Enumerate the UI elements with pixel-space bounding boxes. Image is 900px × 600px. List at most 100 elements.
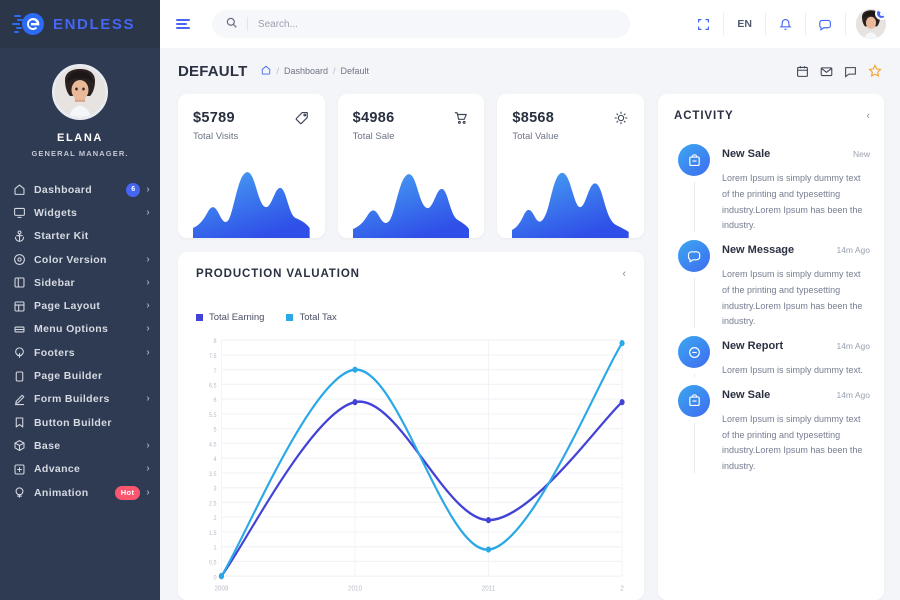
breadcrumb-home-icon[interactable] bbox=[261, 65, 271, 77]
chevron-right-icon[interactable]: › bbox=[146, 208, 150, 218]
stat-cards: $5789Total Visits $4986Total Sale $8568T… bbox=[178, 94, 644, 238]
activity-header-row: New Message 14m Ago bbox=[722, 244, 870, 256]
sidebar-item-animation[interactable]: AnimationHot› bbox=[0, 481, 160, 504]
layout-icon bbox=[12, 299, 26, 313]
bag-icon bbox=[678, 144, 710, 176]
home-icon bbox=[12, 183, 26, 197]
activity-item[interactable]: New Report 14m Ago Lorem Ipsum is simply… bbox=[674, 336, 870, 385]
sidebar-item-color-version[interactable]: Color Version› bbox=[0, 248, 160, 271]
chevron-right-icon[interactable]: › bbox=[146, 394, 150, 404]
svg-text:2: 2 bbox=[213, 515, 217, 523]
page-title: DEFAULT bbox=[178, 63, 247, 80]
sidebar-item-label: Color Version bbox=[34, 254, 146, 266]
fullscreen-icon[interactable] bbox=[684, 12, 724, 36]
star-icon[interactable] bbox=[868, 64, 882, 78]
chevron-left-icon[interactable]: ‹ bbox=[622, 268, 626, 280]
chevron-right-icon[interactable]: › bbox=[146, 441, 150, 451]
svg-text:2.5: 2.5 bbox=[209, 500, 217, 508]
breadcrumb-item-dashboard[interactable]: Dashboard bbox=[284, 66, 328, 76]
activity-time: New bbox=[853, 149, 870, 159]
chevron-right-icon[interactable]: › bbox=[146, 301, 150, 311]
sidebar: ENDLESS ELANA GENERAL MANAGER. Dashboard… bbox=[0, 0, 160, 600]
stat-card: $5789Total Visits bbox=[178, 94, 325, 238]
activity-item[interactable]: New Sale New Lorem Ipsum is simply dummy… bbox=[674, 144, 870, 240]
profile-name: ELANA bbox=[57, 132, 103, 144]
sidebar-item-sidebar[interactable]: Sidebar› bbox=[0, 271, 160, 294]
search-icon bbox=[226, 15, 237, 33]
svg-text:3.5: 3.5 bbox=[209, 471, 217, 479]
avatar[interactable] bbox=[52, 64, 108, 120]
activity-item[interactable]: New Sale 14m Ago Lorem Ipsum is simply d… bbox=[674, 385, 870, 481]
activity-title: New Sale bbox=[722, 148, 770, 160]
tag-icon bbox=[295, 111, 309, 130]
online-badge bbox=[875, 9, 886, 20]
svg-text:2: 2 bbox=[620, 585, 624, 593]
main-area: EN bbox=[160, 0, 900, 600]
sidebar-item-page-builder[interactable]: Page Builder bbox=[0, 364, 160, 387]
menu-lines-icon bbox=[12, 322, 26, 336]
activity-card-title: ACTIVITY bbox=[674, 110, 734, 122]
brand[interactable]: ENDLESS bbox=[0, 0, 160, 48]
legend-swatch bbox=[196, 314, 203, 321]
chevron-right-icon[interactable]: › bbox=[146, 324, 150, 334]
legend-label: Total Earning bbox=[209, 312, 264, 323]
chevron-right-icon[interactable]: › bbox=[146, 255, 150, 265]
chevron-right-icon[interactable]: › bbox=[146, 488, 150, 498]
anchor-icon bbox=[12, 229, 26, 243]
chevron-left-icon[interactable]: ‹ bbox=[866, 110, 870, 122]
legend-item[interactable]: Total Earning bbox=[196, 312, 264, 323]
chat-bubble-icon[interactable] bbox=[844, 65, 857, 78]
sidebar-item-form-builders[interactable]: Form Builders› bbox=[0, 388, 160, 411]
bookmark-icon bbox=[12, 416, 26, 430]
sidebar-item-button-builder[interactable]: Button Builder bbox=[0, 411, 160, 434]
sidebar-item-dashboard[interactable]: Dashboard6› bbox=[0, 178, 160, 201]
sidebar-item-label: Sidebar bbox=[34, 277, 146, 289]
footer-icon bbox=[12, 346, 26, 360]
language-selector[interactable]: EN bbox=[724, 12, 766, 36]
activity-title: New Message bbox=[722, 244, 794, 256]
user-avatar[interactable] bbox=[856, 9, 886, 39]
hamburger-icon[interactable] bbox=[176, 19, 190, 29]
activity-timeline-line bbox=[694, 278, 695, 328]
search-input[interactable] bbox=[258, 19, 616, 30]
activity-header-row: New Sale New bbox=[722, 148, 870, 160]
svg-text:8: 8 bbox=[213, 338, 217, 346]
activity-list: New Sale New Lorem Ipsum is simply dummy… bbox=[674, 144, 870, 600]
search-bar[interactable] bbox=[212, 10, 630, 38]
sidebar-item-starter-kit[interactable]: Starter Kit bbox=[0, 225, 160, 248]
profile-role: GENERAL MANAGER. bbox=[31, 149, 128, 158]
svg-text:7: 7 bbox=[213, 367, 217, 375]
sidebar-item-menu-options[interactable]: Menu Options› bbox=[0, 318, 160, 341]
chart-legend: Total Earning Total Tax bbox=[196, 312, 626, 323]
svg-text:6.5: 6.5 bbox=[209, 382, 217, 390]
svg-text:2010: 2010 bbox=[348, 585, 362, 593]
mail-icon[interactable] bbox=[820, 65, 833, 78]
activity-bullet-column bbox=[674, 336, 714, 379]
sidebar-item-widgets[interactable]: Widgets› bbox=[0, 201, 160, 224]
endless-logo-icon bbox=[12, 11, 46, 37]
stat-label: Total Value bbox=[512, 131, 629, 142]
stat-card: $4986Total Sale bbox=[338, 94, 485, 238]
svg-text:5.5: 5.5 bbox=[209, 412, 217, 420]
activity-item[interactable]: New Message 14m Ago Lorem Ipsum is simpl… bbox=[674, 240, 870, 336]
sidebar-item-label: Animation bbox=[34, 487, 115, 499]
chevron-right-icon[interactable]: › bbox=[146, 185, 150, 195]
sidebar-item-base[interactable]: Base› bbox=[0, 434, 160, 457]
calendar-icon[interactable] bbox=[796, 65, 809, 78]
activity-time: 14m Ago bbox=[836, 245, 870, 255]
sidebar-item-footers[interactable]: Footers› bbox=[0, 341, 160, 364]
chevron-right-icon[interactable]: › bbox=[146, 348, 150, 358]
chevron-right-icon[interactable]: › bbox=[146, 464, 150, 474]
legend-item[interactable]: Total Tax bbox=[286, 312, 336, 323]
breadcrumb-item-default: Default bbox=[341, 66, 370, 76]
chevron-right-icon[interactable]: › bbox=[146, 278, 150, 288]
sidebar-item-advance[interactable]: Advance› bbox=[0, 458, 160, 481]
monitor-icon bbox=[12, 206, 26, 220]
activity-body: New Report 14m Ago Lorem Ipsum is simply… bbox=[714, 336, 870, 379]
bell-icon[interactable] bbox=[766, 12, 806, 36]
sidebar-item-page-layout[interactable]: Page Layout› bbox=[0, 294, 160, 317]
stat-value: $4986 bbox=[353, 110, 470, 126]
production-card-header: PRODUCTION VALUATION ‹ bbox=[196, 268, 626, 280]
activity-bullet-column bbox=[674, 240, 714, 330]
chat-icon[interactable] bbox=[806, 12, 846, 36]
